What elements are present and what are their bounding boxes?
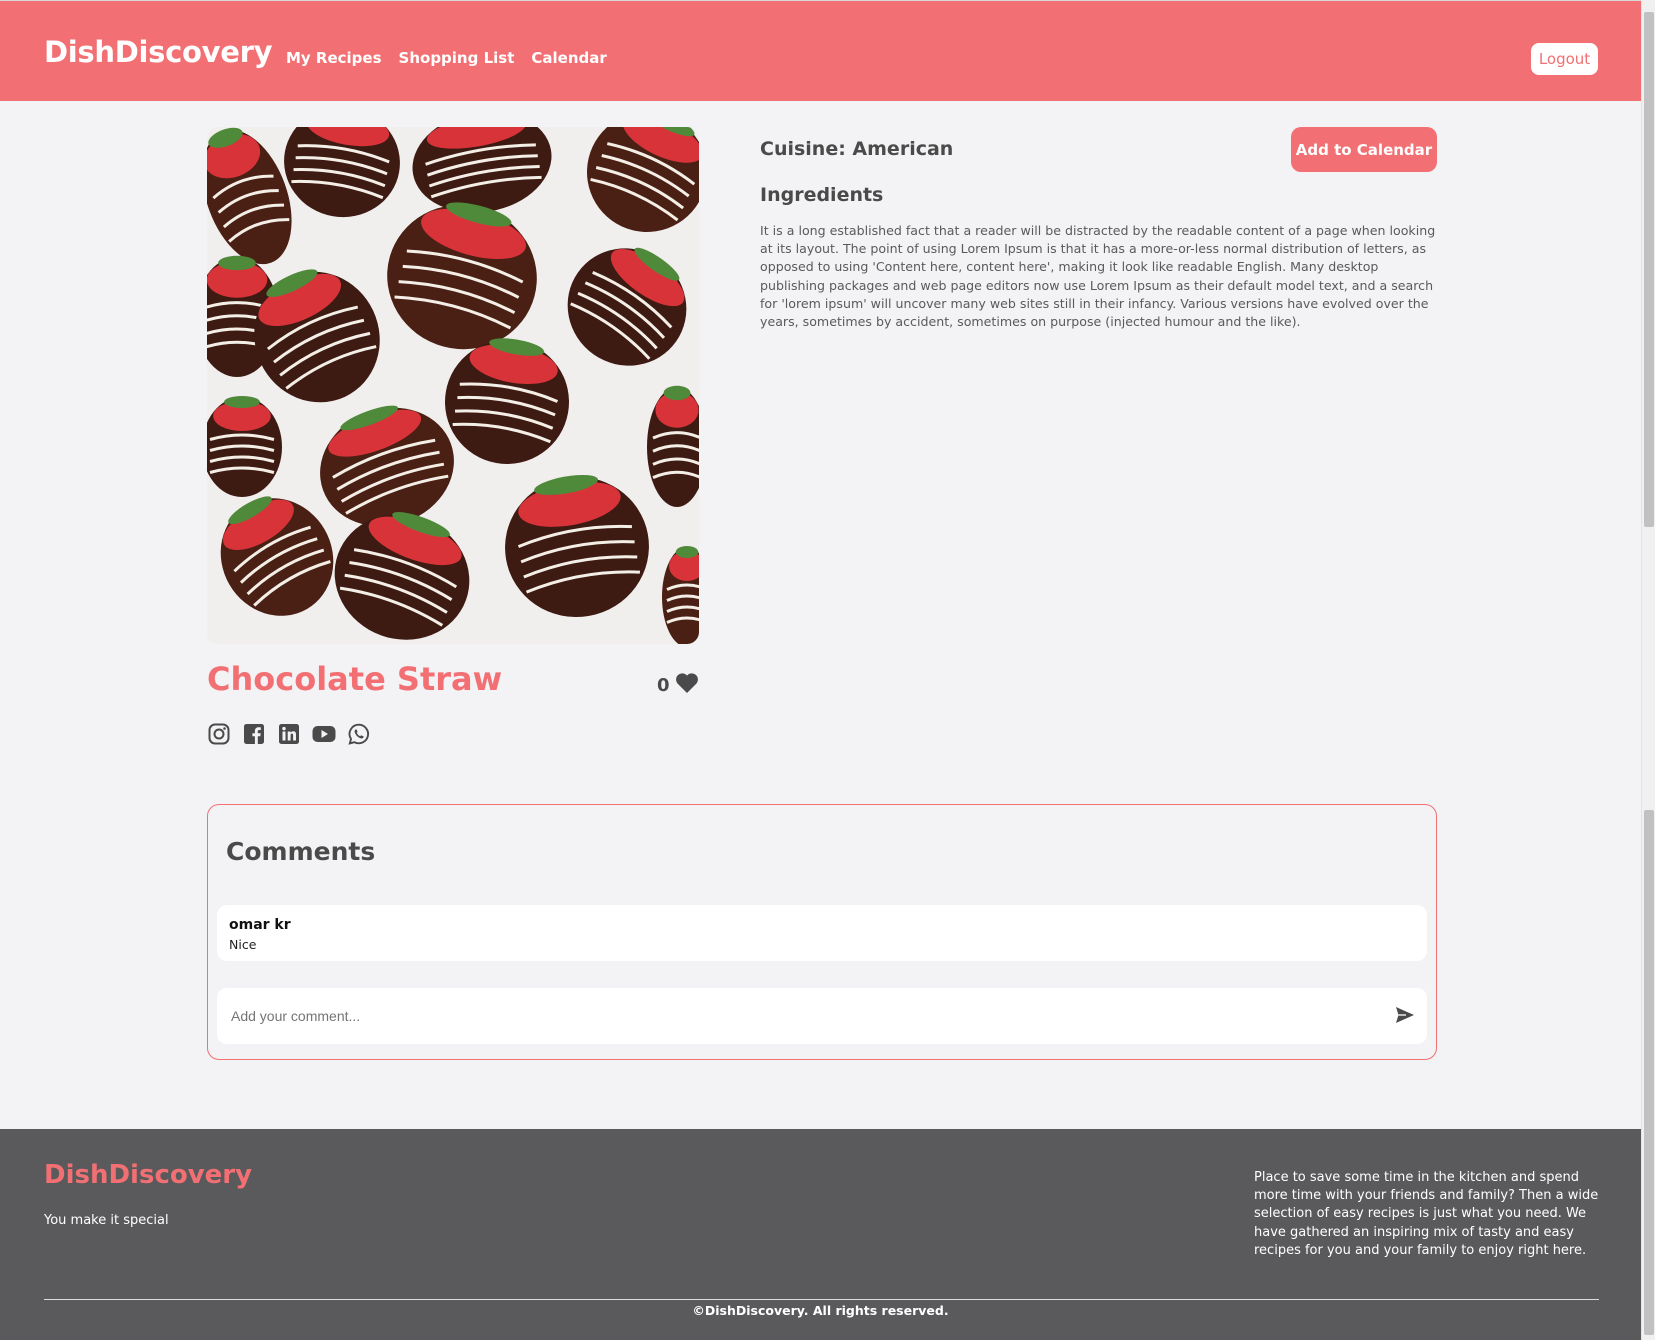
facebook-icon[interactable] <box>242 722 266 746</box>
page-scrollbar[interactable] <box>1641 0 1655 1340</box>
cuisine-label: Cuisine: American <box>760 138 954 160</box>
instagram-icon[interactable] <box>207 722 231 746</box>
footer-tagline: You make it special <box>44 1213 169 1228</box>
nav-my-recipes[interactable]: My Recipes <box>286 49 382 67</box>
scrollbar-thumb[interactable] <box>1644 12 1654 527</box>
youtube-icon[interactable] <box>312 722 336 746</box>
recipe-photo-illustration <box>207 127 699 644</box>
send-icon[interactable] <box>1395 1006 1417 1026</box>
brand-logo[interactable]: DishDiscovery <box>44 35 272 69</box>
recipe-title: Chocolate Straw <box>207 660 503 698</box>
like-count: 0 <box>657 675 670 696</box>
comment-body: Nice <box>229 937 257 952</box>
like-counter[interactable]: 0 <box>657 672 699 699</box>
add-to-calendar-button[interactable]: Add to Calendar <box>1291 127 1437 172</box>
linkedin-icon[interactable] <box>277 722 301 746</box>
comment-input[interactable] <box>231 1004 1331 1028</box>
footer-brand[interactable]: DishDiscovery <box>44 1160 252 1190</box>
comment-item: omar kr Nice <box>217 905 1427 961</box>
scrollbar-track-lower[interactable] <box>1644 810 1654 1335</box>
footer-about-text: Place to save some time in the kitchen a… <box>1254 1170 1599 1258</box>
social-share-links <box>207 722 371 746</box>
ingredients-heading: Ingredients <box>760 184 884 206</box>
logout-button[interactable]: Logout <box>1531 43 1598 75</box>
page-footer: DishDiscovery You make it special Place … <box>0 1129 1641 1340</box>
heart-icon[interactable] <box>675 672 699 699</box>
top-navbar: DishDiscovery My Recipes Shopping List C… <box>0 0 1641 101</box>
main-nav: My Recipes Shopping List Calendar <box>286 49 607 67</box>
footer-divider <box>44 1299 1599 1300</box>
footer-copyright: ©DishDiscovery. All rights reserved. <box>692 1303 949 1318</box>
whatsapp-icon[interactable] <box>347 722 371 746</box>
comments-section: Comments omar kr Nice <box>207 804 1437 1060</box>
nav-calendar[interactable]: Calendar <box>531 49 606 67</box>
comment-author: omar kr <box>229 917 291 933</box>
comment-input-box <box>217 988 1427 1044</box>
recipe-image <box>207 127 699 644</box>
nav-shopping-list[interactable]: Shopping List <box>399 49 515 67</box>
comments-heading: Comments <box>226 837 376 866</box>
ingredients-text: It is a long established fact that a rea… <box>760 223 1436 330</box>
